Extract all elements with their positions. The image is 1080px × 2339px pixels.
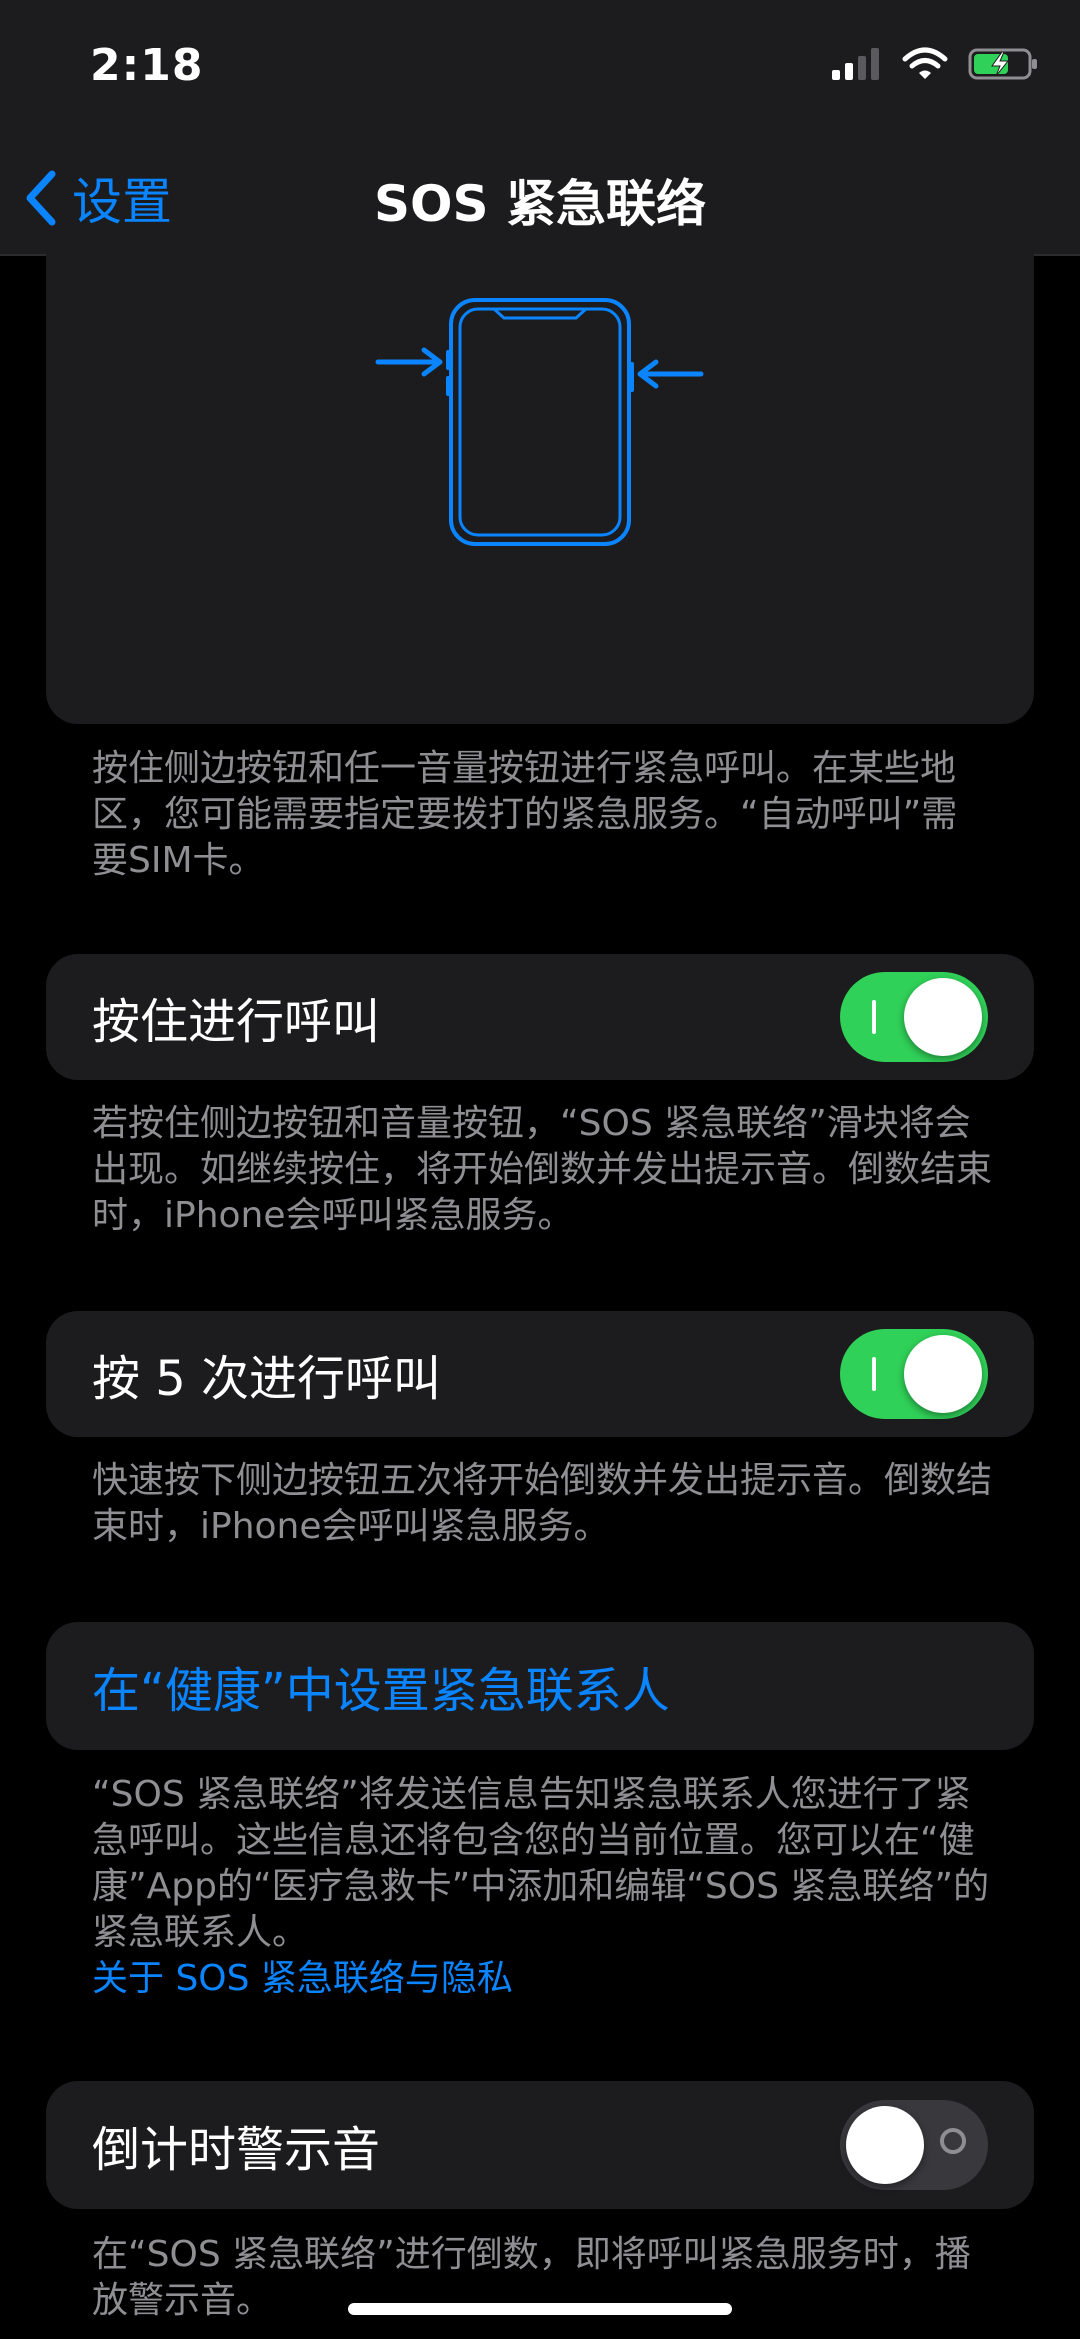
- health-contacts-row[interactable]: 在“健康”中设置紧急联系人: [46, 1622, 1034, 1750]
- health-contacts-link[interactable]: 在“健康”中设置紧急联系人: [92, 1622, 670, 1750]
- home-indicator[interactable]: [348, 2303, 732, 2315]
- toggle-off-indicator: [940, 2128, 966, 2154]
- iphone-buttons-illustration: [375, 298, 704, 546]
- wifi-icon: [902, 47, 948, 79]
- hold-to-call-label: 按住进行呼叫: [92, 994, 381, 1050]
- battery-charging-icon: [968, 48, 1037, 80]
- navigation-bar: 设置 SOS 紧急联络: [0, 140, 1080, 256]
- toggle-on-indicator: [872, 1000, 876, 1034]
- side-button-illustration: [46, 254, 1034, 724]
- status-time: 2:18: [90, 40, 204, 91]
- status-icons: [832, 46, 1040, 82]
- hold-to-call-row: 按住进行呼叫: [46, 954, 1034, 1080]
- countdown-sound-toggle[interactable]: [840, 2100, 988, 2190]
- press5-to-call-toggle[interactable]: [840, 1329, 988, 1419]
- health-contacts-note: “SOS 紧急联络”将发送信息告知紧急联系人您进行了紧急呼叫。这些信息还将包含您…: [92, 1772, 992, 2002]
- countdown-sound-label: 倒计时警示音: [92, 2122, 381, 2178]
- status-bar: 2:18: [0, 0, 1080, 140]
- page-title: SOS 紧急联络: [374, 175, 706, 233]
- toggle-knob: [846, 2106, 924, 2184]
- press5-to-call-label: 按 5 次进行呼叫: [92, 1351, 442, 1407]
- hold-to-call-toggle[interactable]: [840, 972, 988, 1062]
- cellular-signal-icon: [832, 48, 879, 80]
- privacy-link[interactable]: 关于 SOS 紧急联络与隐私: [92, 1956, 992, 2002]
- countdown-sound-row: 倒计时警示音: [46, 2081, 1034, 2209]
- toggle-knob: [904, 1335, 982, 1413]
- toggle-on-indicator: [872, 1357, 876, 1391]
- health-contacts-note-text: “SOS 紧急联络”将发送信息告知紧急联系人您进行了紧急呼叫。这些信息还将包含您…: [92, 1774, 990, 1953]
- press5-to-call-row: 按 5 次进行呼叫: [46, 1311, 1034, 1437]
- illustration-note: 按住侧边按钮和任一音量按钮进行紧急呼叫。在某些地区，您可能需要指定要拨打的紧急服…: [92, 748, 958, 881]
- hold-to-call-note: 若按住侧边按钮和音量按钮，“SOS 紧急联络”滑块将会出现。如继续按住，将开始倒…: [92, 1103, 993, 1236]
- toggle-knob: [904, 978, 982, 1056]
- press5-to-call-note: 快速按下侧边按钮五次将开始倒数并发出提示音。倒数结束时，iPhone会呼叫紧急服…: [92, 1460, 993, 1547]
